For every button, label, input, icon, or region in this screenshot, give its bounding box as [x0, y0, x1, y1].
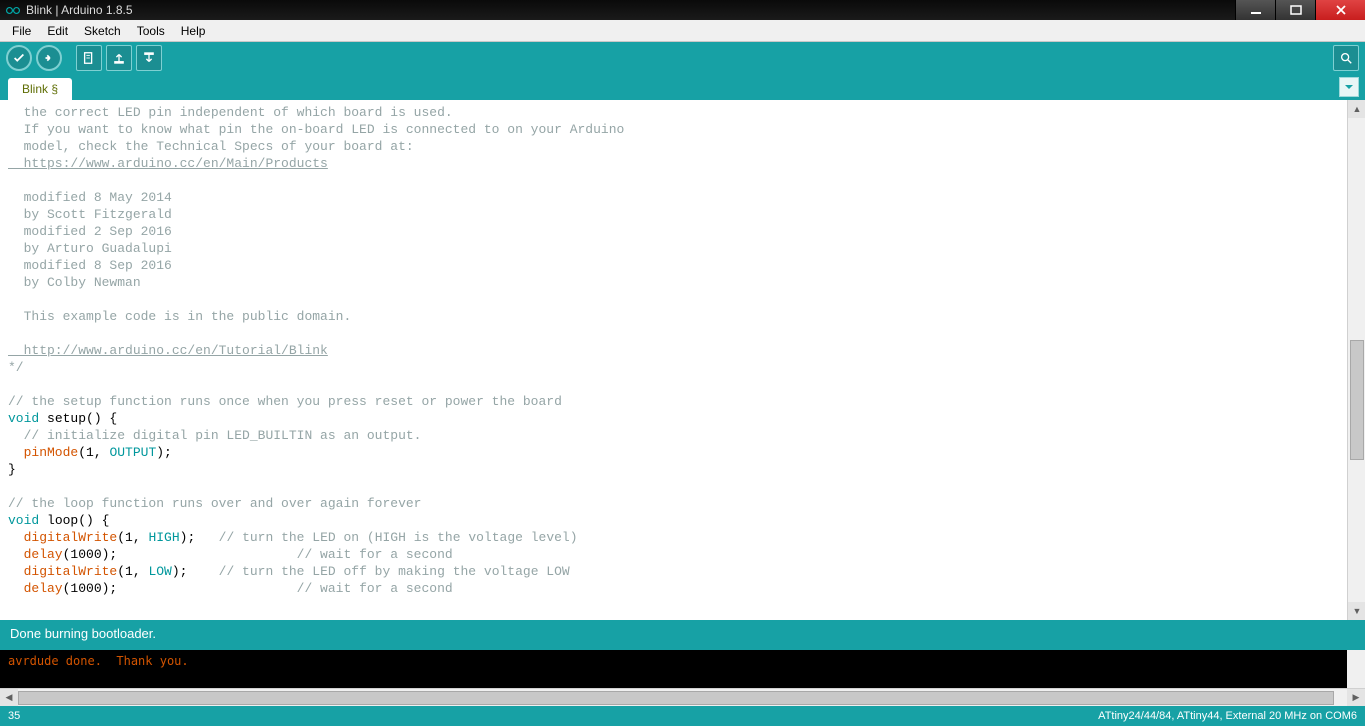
code-line: If you want to know what pin the on-boar… — [8, 122, 624, 137]
window-titlebar: Blink | Arduino 1.8.5 — [0, 0, 1365, 20]
code-line: } — [8, 462, 16, 477]
menu-edit[interactable]: Edit — [39, 21, 76, 41]
code-func: digitalWrite — [8, 530, 117, 545]
footer-bar: 35 ATtiny24/44/84, ATtiny44, External 20… — [0, 706, 1365, 726]
code-line: */ — [8, 360, 24, 375]
editor-vertical-scrollbar[interactable]: ▲ ▼ — [1347, 100, 1365, 620]
scroll-up-icon[interactable]: ▲ — [1348, 100, 1365, 118]
scroll-thumb[interactable] — [1350, 340, 1364, 460]
tabbar: Blink § — [0, 74, 1365, 100]
save-sketch-button[interactable] — [136, 45, 162, 71]
code-line: model, check the Technical Specs of your… — [8, 139, 414, 154]
code-text: (1000); — [63, 547, 297, 562]
code-text: () { — [86, 411, 117, 426]
code-line: This example code is in the public domai… — [8, 309, 351, 324]
code-link: http://www.arduino.cc/en/Tutorial/Blink — [8, 343, 328, 358]
code-line: // the setup function runs once when you… — [8, 394, 562, 409]
scroll-track[interactable] — [18, 689, 1347, 707]
window-title: Blink | Arduino 1.8.5 — [26, 3, 133, 17]
verify-button[interactable] — [6, 45, 32, 71]
code-func: setup — [39, 411, 86, 426]
code-text: ); — [172, 564, 219, 579]
code-comment: // wait for a second — [297, 581, 453, 596]
code-line: by Arturo Guadalupi — [8, 241, 172, 256]
code-keyword: void — [8, 411, 39, 426]
code-const: HIGH — [148, 530, 179, 545]
code-comment: // turn the LED on (HIGH is the voltage … — [219, 530, 578, 545]
sketch-tab[interactable]: Blink § — [8, 78, 72, 100]
code-text: () { — [78, 513, 109, 528]
code-func: digitalWrite — [8, 564, 117, 579]
console-line: avrdude done. Thank you. — [8, 654, 189, 668]
code-line: modified 8 Sep 2016 — [8, 258, 172, 273]
code-text: (1, — [78, 445, 109, 460]
scroll-down-icon[interactable]: ▼ — [1348, 602, 1365, 620]
code-const: OUTPUT — [109, 445, 156, 460]
code-func: loop — [39, 513, 78, 528]
code-text: ); — [156, 445, 172, 460]
line-number: 35 — [8, 710, 20, 722]
code-line: // initialize digital pin LED_BUILTIN as… — [8, 428, 421, 443]
console-vertical-scrollbar[interactable] — [1347, 650, 1365, 688]
menu-help[interactable]: Help — [173, 21, 214, 41]
scroll-thumb[interactable] — [18, 691, 1334, 705]
code-line: the correct LED pin independent of which… — [8, 105, 453, 120]
code-editor[interactable]: the correct LED pin independent of which… — [8, 104, 1345, 620]
code-func: delay — [8, 581, 63, 596]
scroll-left-icon[interactable]: ◀ — [0, 689, 18, 707]
minimize-button[interactable] — [1235, 0, 1275, 20]
code-text: ); — [180, 530, 219, 545]
window-controls — [1235, 0, 1365, 20]
code-link: https://www.arduino.cc/en/Main/Products — [8, 156, 328, 171]
code-func: delay — [8, 547, 63, 562]
board-info: ATtiny24/44/84, ATtiny44, External 20 MH… — [1098, 710, 1357, 722]
serial-monitor-button[interactable] — [1333, 45, 1359, 71]
code-line: modified 2 Sep 2016 — [8, 224, 172, 239]
maximize-button[interactable] — [1275, 0, 1315, 20]
code-text: (1, — [117, 564, 148, 579]
new-sketch-button[interactable] — [76, 45, 102, 71]
code-line: // the loop function runs over and over … — [8, 496, 421, 511]
scroll-right-icon[interactable]: ▶ — [1347, 689, 1365, 707]
horizontal-scrollbar[interactable]: ◀ ▶ — [0, 688, 1365, 706]
upload-button[interactable] — [36, 45, 62, 71]
code-line: by Colby Newman — [8, 275, 141, 290]
menu-sketch[interactable]: Sketch — [76, 21, 129, 41]
status-message: Done burning bootloader. — [10, 626, 156, 641]
code-const: LOW — [148, 564, 171, 579]
code-comment: // wait for a second — [297, 547, 453, 562]
close-button[interactable] — [1315, 0, 1365, 20]
code-func: pinMode — [8, 445, 78, 460]
status-bar: Done burning bootloader. — [0, 620, 1365, 650]
menu-file[interactable]: File — [4, 21, 39, 41]
editor-area: the correct LED pin independent of which… — [0, 100, 1365, 620]
code-comment: // turn the LED off by making the voltag… — [219, 564, 570, 579]
code-line: modified 8 May 2014 — [8, 190, 172, 205]
tab-menu-button[interactable] — [1339, 77, 1359, 97]
code-text: (1, — [117, 530, 148, 545]
code-keyword: void — [8, 513, 39, 528]
console-output[interactable]: avrdude done. Thank you. — [0, 650, 1365, 688]
code-text: (1000); — [63, 581, 297, 596]
menu-tools[interactable]: Tools — [129, 21, 173, 41]
toolbar — [0, 42, 1365, 74]
arduino-logo-icon — [6, 3, 20, 17]
menubar: File Edit Sketch Tools Help — [0, 20, 1365, 42]
open-sketch-button[interactable] — [106, 45, 132, 71]
code-line: by Scott Fitzgerald — [8, 207, 172, 222]
